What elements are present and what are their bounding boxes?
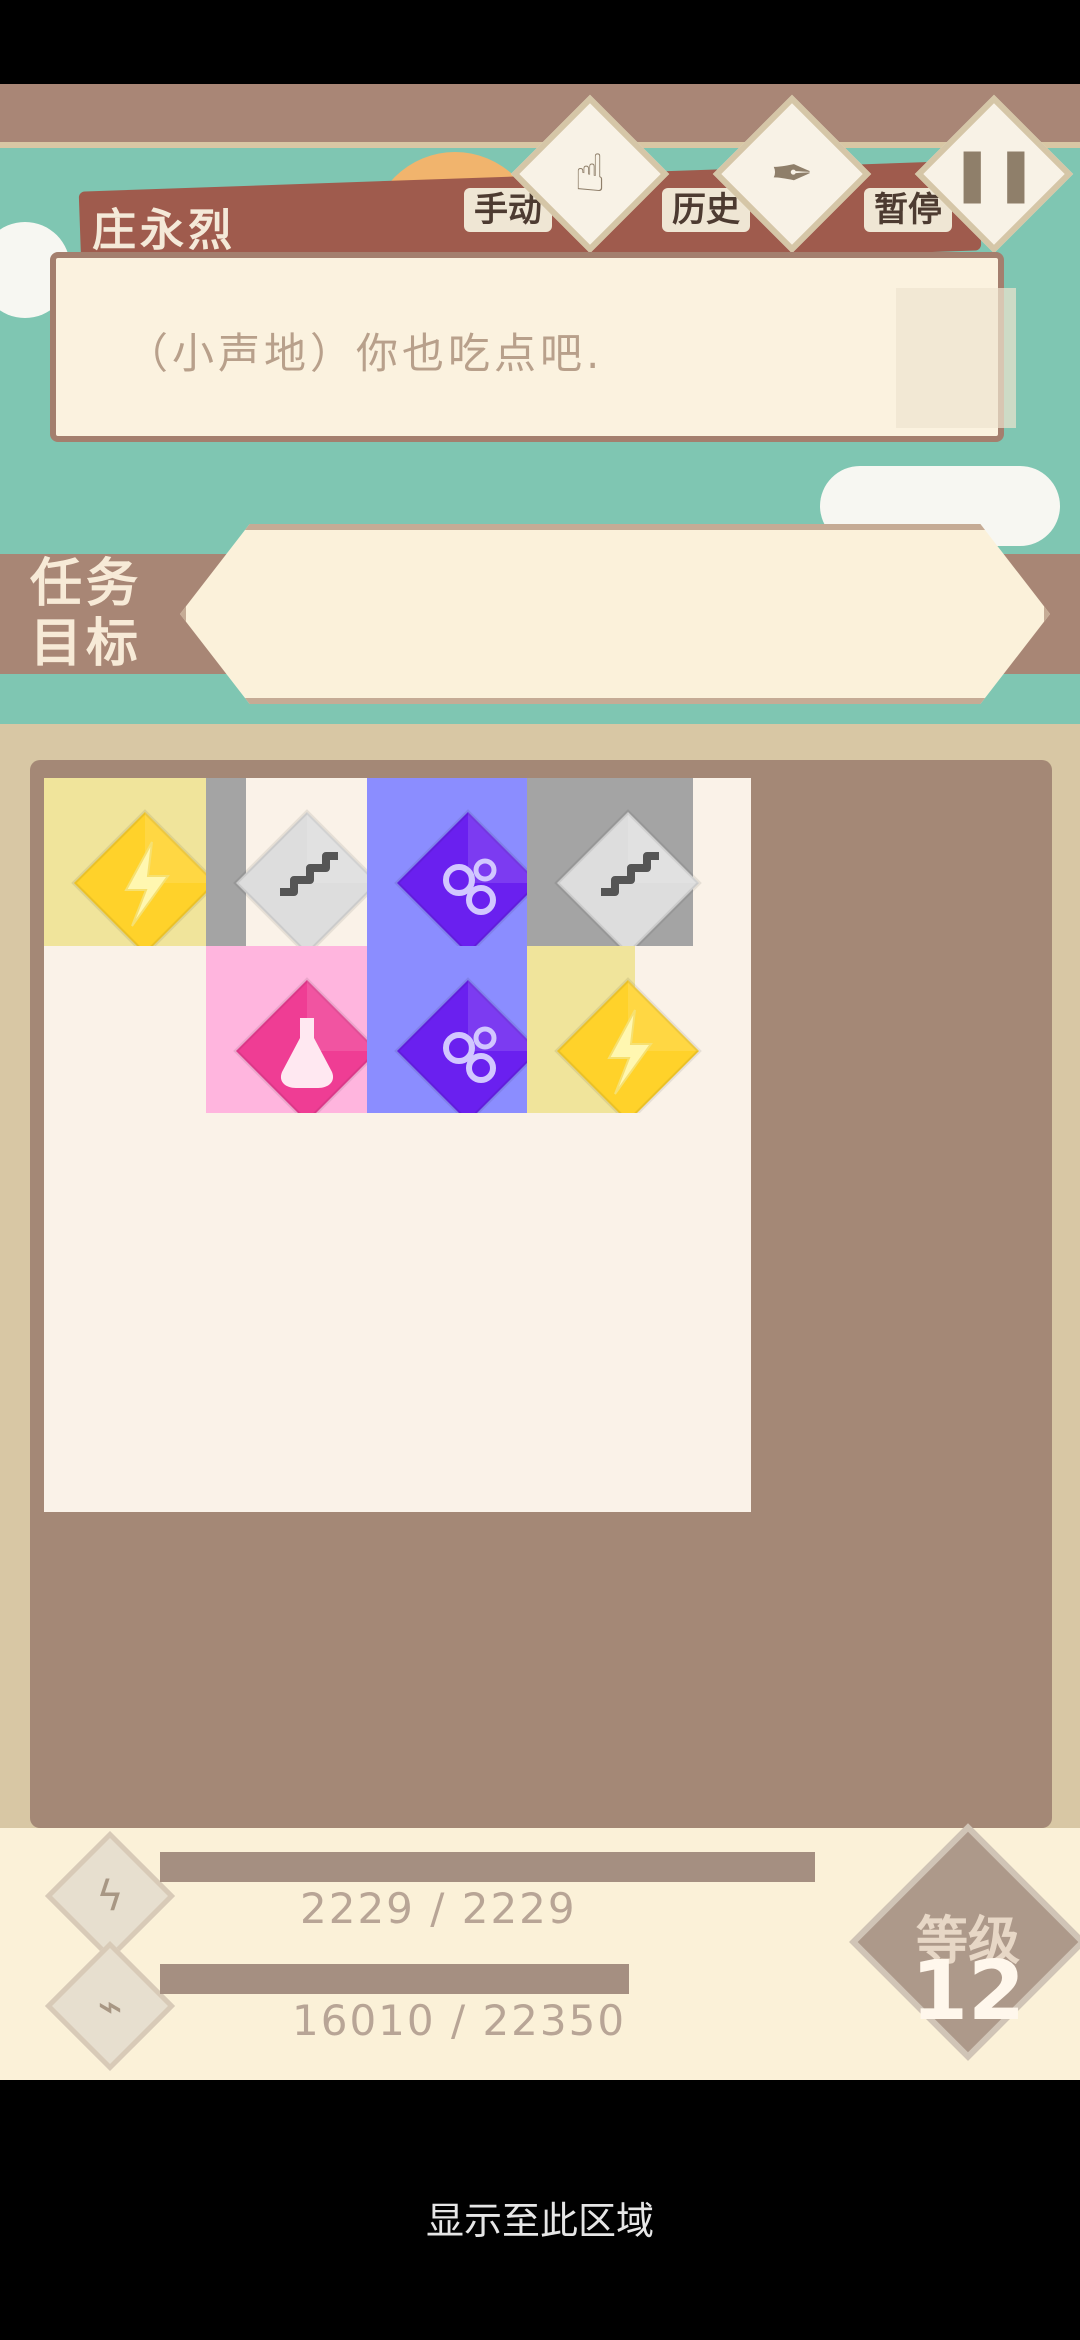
yellow-gem-icon bbox=[70, 808, 220, 958]
dialog-text: （小声地）你也吃点吧. bbox=[126, 329, 604, 378]
display-area-note: 显示至此区域 bbox=[425, 2199, 654, 2243]
silver-gem-icon bbox=[553, 808, 703, 958]
speaker-name: 庄永烈 bbox=[92, 205, 236, 256]
top-frame-bar bbox=[0, 84, 1080, 148]
game-scene: 庄永烈 手动 ☝ 历史 ✒ 暂停 ❚❚ （小声地）你也吃点吧. 任务 目标 94… bbox=[0, 84, 1080, 2080]
yellow-gem-icon bbox=[553, 976, 703, 1126]
level-value: 12 bbox=[910, 1944, 1026, 2039]
lightning-icon: ϟ bbox=[96, 1871, 124, 1921]
feather-icon: ✒ bbox=[770, 144, 814, 204]
energy-text: 2229 / 2229 bbox=[300, 1884, 577, 1933]
game-board: 9461195119813 bbox=[30, 760, 1052, 1828]
stairs-text: 16010 / 22350 bbox=[292, 1996, 627, 2045]
silver-gem-icon bbox=[232, 808, 382, 958]
board-cell-empty[interactable] bbox=[527, 1280, 751, 1512]
stairs-indicator: ⌁ bbox=[44, 1940, 176, 2072]
stairs-icon: ⌁ bbox=[97, 1981, 123, 2031]
purple-gem-icon bbox=[393, 808, 543, 958]
hand-swap-icon: ☝ bbox=[574, 144, 606, 204]
task-goal-label: 任务 目标 bbox=[30, 554, 142, 674]
pink-gem-icon bbox=[232, 976, 382, 1126]
purple-gem-icon bbox=[393, 976, 543, 1126]
task-goal-box bbox=[180, 524, 1050, 704]
task-label-line1: 任务 bbox=[30, 554, 143, 614]
dialog-box: （小声地）你也吃点吧. bbox=[50, 252, 1016, 442]
stairs-progress-bar bbox=[160, 1964, 629, 1994]
pause-icon: ❚❚ bbox=[950, 144, 1038, 204]
energy-progress-bar bbox=[160, 1852, 815, 1882]
flag-icon bbox=[896, 288, 1016, 428]
task-label-line2: 目标 bbox=[30, 614, 143, 674]
